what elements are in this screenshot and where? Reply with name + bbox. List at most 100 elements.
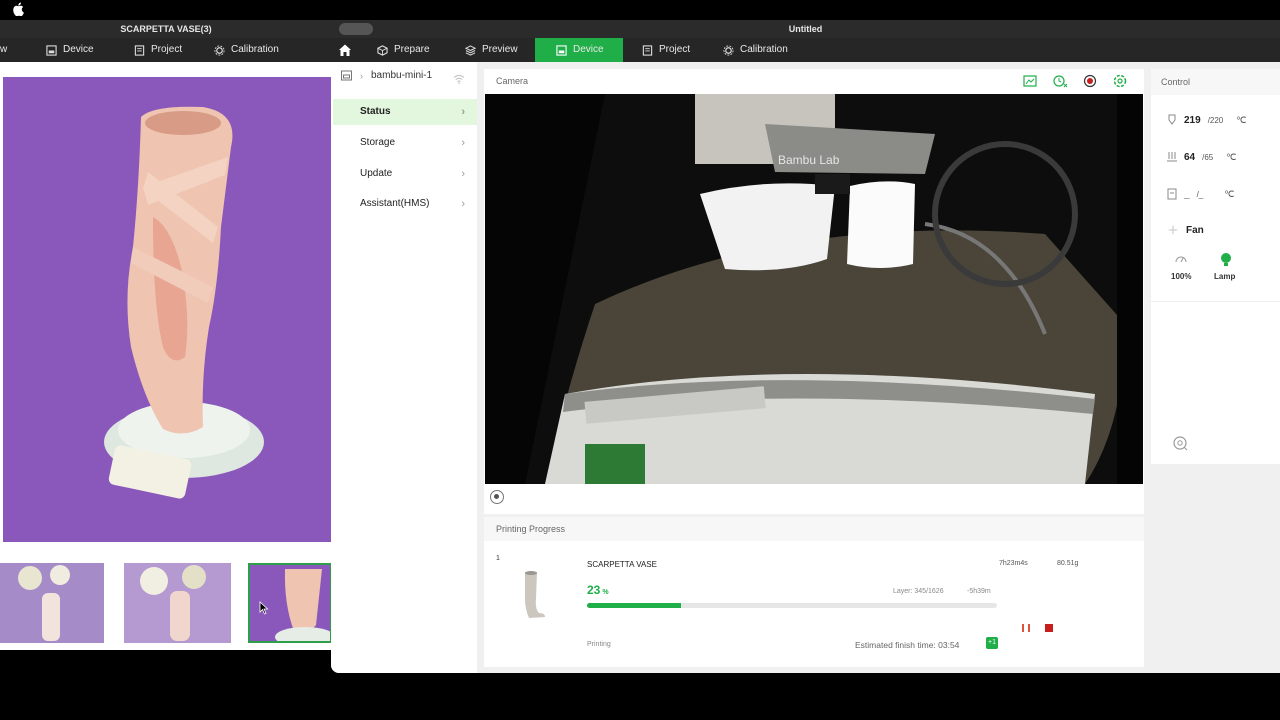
heatbed-icon bbox=[1167, 152, 1177, 162]
chamber-icon bbox=[1167, 188, 1177, 200]
model-thumbnail bbox=[525, 571, 545, 618]
task-name: SCARPETTA VASE bbox=[587, 560, 657, 569]
vase-photo-graphic bbox=[3, 77, 331, 542]
apple-logo-icon[interactable] bbox=[12, 2, 24, 16]
lamp-label: Lamp bbox=[1214, 272, 1236, 281]
nav-calibration-label: Calibration bbox=[740, 44, 788, 55]
temp-unit: ℃ bbox=[1224, 188, 1235, 199]
nozzle-temp-row[interactable]: 219 /220 ℃ bbox=[1167, 114, 1246, 126]
nav-partial-tab[interactable]: w bbox=[0, 38, 7, 62]
project-gallery bbox=[0, 62, 332, 650]
nav-prepare-label: Prepare bbox=[394, 44, 430, 55]
camera-label: Camera bbox=[496, 76, 529, 86]
chamber-temp-row[interactable]: _ /_ ℃ bbox=[1167, 188, 1234, 200]
temp-unit: ℃ bbox=[1226, 151, 1237, 162]
nav-device-label: Device bbox=[573, 44, 604, 55]
camera-feed[interactable]: Bambu Lab bbox=[485, 94, 1143, 484]
wifi-icon bbox=[453, 75, 465, 84]
nav-project-tab[interactable]: Project bbox=[134, 38, 182, 62]
thumbnail-2[interactable] bbox=[124, 563, 231, 643]
nav-device-tab[interactable]: Device bbox=[46, 38, 94, 62]
printer-brand-text: Bambu Lab bbox=[778, 153, 840, 167]
menu-bar bbox=[0, 0, 1280, 20]
lamp-icon[interactable] bbox=[1220, 253, 1232, 267]
control-label: Control bbox=[1161, 77, 1191, 87]
chamber-current-temp: _ bbox=[1184, 188, 1190, 200]
print-weight: 80.51g bbox=[1057, 560, 1079, 567]
camera-record-button[interactable] bbox=[490, 490, 504, 504]
timelapse-icon[interactable] bbox=[1052, 73, 1068, 89]
nav-calibration-label: Calibration bbox=[231, 44, 279, 55]
pause-icon[interactable] bbox=[1020, 622, 1032, 634]
nav-device-tab-active[interactable]: Device bbox=[535, 38, 623, 62]
sidebar-item-status[interactable]: Status › bbox=[333, 99, 477, 125]
speed-icon[interactable] bbox=[1175, 253, 1187, 263]
progress-bar bbox=[587, 603, 997, 608]
fan-label: Fan bbox=[1186, 224, 1204, 236]
extruder-control-icon[interactable] bbox=[1172, 435, 1188, 451]
percent-unit: % bbox=[602, 589, 609, 596]
chevron-right-icon: › bbox=[461, 137, 465, 149]
control-header: Control bbox=[1151, 69, 1280, 95]
thumbnail-1[interactable] bbox=[0, 563, 104, 643]
nav-project-label: Project bbox=[151, 44, 183, 55]
progress-header: Printing Progress bbox=[484, 517, 1144, 541]
fan-icon bbox=[1168, 225, 1178, 235]
nav-calibration-tab[interactable]: Calibration bbox=[723, 38, 788, 62]
progress-percent: 23% bbox=[587, 583, 609, 597]
sidebar-toggle-button[interactable] bbox=[339, 23, 373, 35]
nav-partial-label: w bbox=[0, 44, 8, 55]
chevron-right-icon: › bbox=[461, 106, 465, 118]
print-status: Printing bbox=[587, 641, 611, 648]
progress-label: Printing Progress bbox=[496, 524, 566, 534]
print-time: 7h23m4s bbox=[999, 560, 1028, 567]
back-nav-bar: w Device Project Calibration bbox=[0, 38, 332, 62]
home-icon bbox=[339, 44, 351, 56]
stop-icon[interactable] bbox=[1043, 622, 1055, 634]
settings-icon[interactable] bbox=[1112, 73, 1128, 89]
chevron-right-icon: › bbox=[461, 168, 465, 180]
sd-card-icon[interactable] bbox=[1022, 73, 1038, 89]
back-window: SCARPETTA VASE(3) w Device Project Calib… bbox=[0, 20, 332, 650]
nav-calibration-tab[interactable]: Calibration bbox=[214, 38, 279, 62]
main-nav-bar: Prepare Preview Device Project Calibrati… bbox=[331, 38, 1280, 62]
nav-preview-label: Preview bbox=[482, 44, 518, 55]
bed-temp-row[interactable]: 64 /65 ℃ bbox=[1167, 151, 1236, 163]
device-window-title: Untitled bbox=[788, 24, 823, 34]
thumbnail-1-graphic bbox=[0, 563, 104, 643]
sidebar-item-label: Storage bbox=[360, 137, 396, 148]
device-icon bbox=[46, 44, 57, 56]
nav-project-tab[interactable]: Project bbox=[642, 38, 690, 62]
sidebar-item-label: Status bbox=[360, 106, 391, 117]
camera-toolbar bbox=[1022, 73, 1128, 89]
sidebar-item-update[interactable]: Update › bbox=[333, 161, 477, 187]
camera-feed-graphic: Bambu Lab bbox=[485, 94, 1143, 484]
window-title: SCARPETTA VASE(3) bbox=[0, 20, 332, 38]
record-icon[interactable] bbox=[1082, 73, 1098, 89]
nav-device-label: Device bbox=[63, 44, 94, 55]
home-button[interactable] bbox=[338, 38, 352, 62]
divider bbox=[1151, 301, 1280, 302]
nav-preview-tab[interactable]: Preview bbox=[465, 38, 518, 62]
nozzle-current-temp: 219 bbox=[1184, 114, 1201, 126]
device-selector[interactable]: › bambu-mini-1 bbox=[341, 70, 432, 81]
sidebar-item-assistant-hms[interactable]: Assistant(HMS) › bbox=[333, 191, 477, 217]
device-window-titlebar: Untitled bbox=[331, 20, 1280, 38]
thumbnail-2-graphic bbox=[124, 563, 231, 643]
device-icon bbox=[556, 44, 567, 56]
prepare-icon bbox=[377, 44, 388, 56]
main-photo[interactable] bbox=[3, 77, 331, 542]
printing-progress-panel: Printing Progress 1 SCARPETTA VASE 7h23m… bbox=[484, 517, 1144, 667]
progress-percent-value: 23 bbox=[587, 583, 601, 597]
printer-icon bbox=[341, 70, 352, 81]
camera-panel: Camera Bambu Lab bbox=[484, 69, 1144, 514]
estimated-finish-time: Estimated finish time: 03:54 bbox=[855, 640, 960, 650]
preview-icon bbox=[465, 44, 476, 56]
control-panel: Control 219 /220 ℃ 64 /65 ℃ _ /_ ℃ Fan 1… bbox=[1151, 69, 1280, 464]
nav-prepare-tab[interactable]: Prepare bbox=[377, 38, 430, 62]
plus-badge: +1 bbox=[986, 637, 998, 649]
device-name: bambu-mini-1 bbox=[371, 70, 433, 81]
fan-row[interactable]: Fan bbox=[1167, 224, 1204, 236]
speed-value: 100% bbox=[1171, 272, 1192, 281]
sidebar-item-storage[interactable]: Storage › bbox=[333, 130, 477, 156]
